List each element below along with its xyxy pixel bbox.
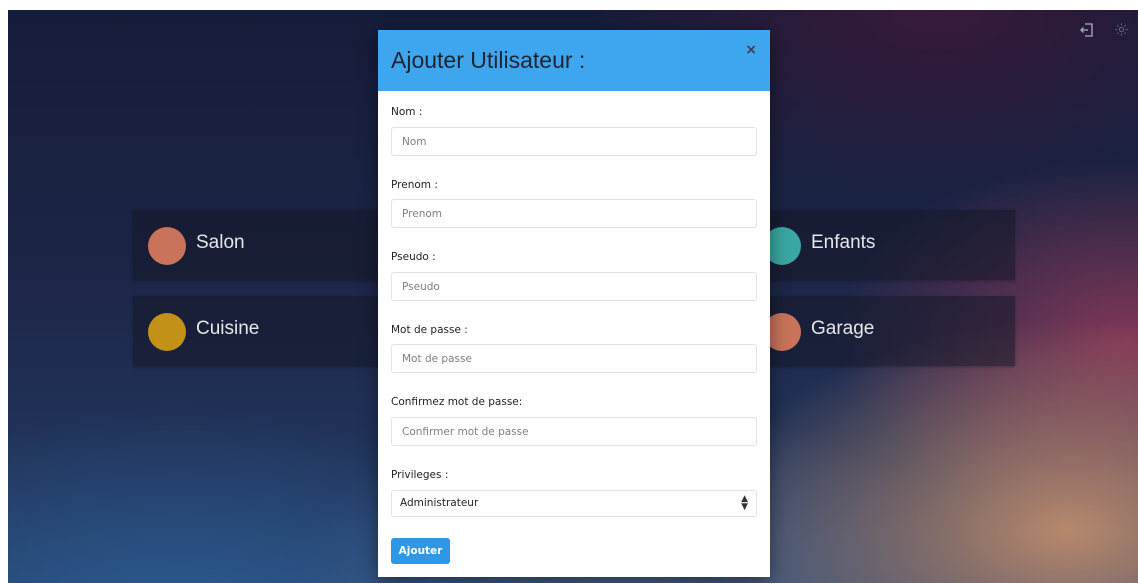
prenom-label: Prenom : — [391, 179, 438, 191]
add-user-modal: Ajouter Utilisateur : × Nom : Prenom : P… — [378, 30, 770, 577]
room-card-garage[interactable]: Garage — [748, 296, 1015, 366]
room-card-enfants[interactable]: Enfants — [748, 210, 1015, 280]
password-label: Mot de passe : — [391, 324, 468, 336]
room-label: Garage — [811, 318, 875, 339]
pseudo-input[interactable] — [391, 272, 757, 301]
privileges-label: Privileges : — [391, 469, 449, 481]
gear-icon[interactable] — [1114, 22, 1129, 40]
room-card-cuisine[interactable]: Cuisine — [133, 296, 403, 366]
confirm-password-input[interactable] — [391, 417, 757, 446]
privileges-select[interactable]: Administrateur ▲ ▼ — [391, 490, 757, 517]
room-card-salon[interactable]: Salon — [133, 210, 403, 280]
close-icon[interactable]: × — [745, 42, 757, 58]
logout-icon[interactable] — [1079, 22, 1095, 41]
room-label: Cuisine — [196, 318, 260, 339]
confirm-password-label: Confirmez mot de passe: — [391, 396, 523, 408]
ajouter-button[interactable]: Ajouter — [391, 538, 450, 564]
room-label: Salon — [196, 232, 245, 253]
select-arrows-icon: ▲ ▼ — [741, 494, 748, 512]
password-input[interactable] — [391, 344, 757, 373]
prenom-input[interactable] — [391, 199, 757, 228]
room-color-dot — [148, 227, 186, 265]
modal-title: Ajouter Utilisateur : — [391, 47, 586, 73]
nom-label: Nom : — [391, 106, 423, 118]
nom-input[interactable] — [391, 127, 757, 156]
privileges-selected-value: Administrateur — [400, 497, 479, 509]
room-label: Enfants — [811, 232, 876, 253]
pseudo-label: Pseudo : — [391, 251, 436, 263]
room-color-dot — [148, 313, 186, 351]
modal-header: Ajouter Utilisateur : × — [378, 30, 770, 91]
